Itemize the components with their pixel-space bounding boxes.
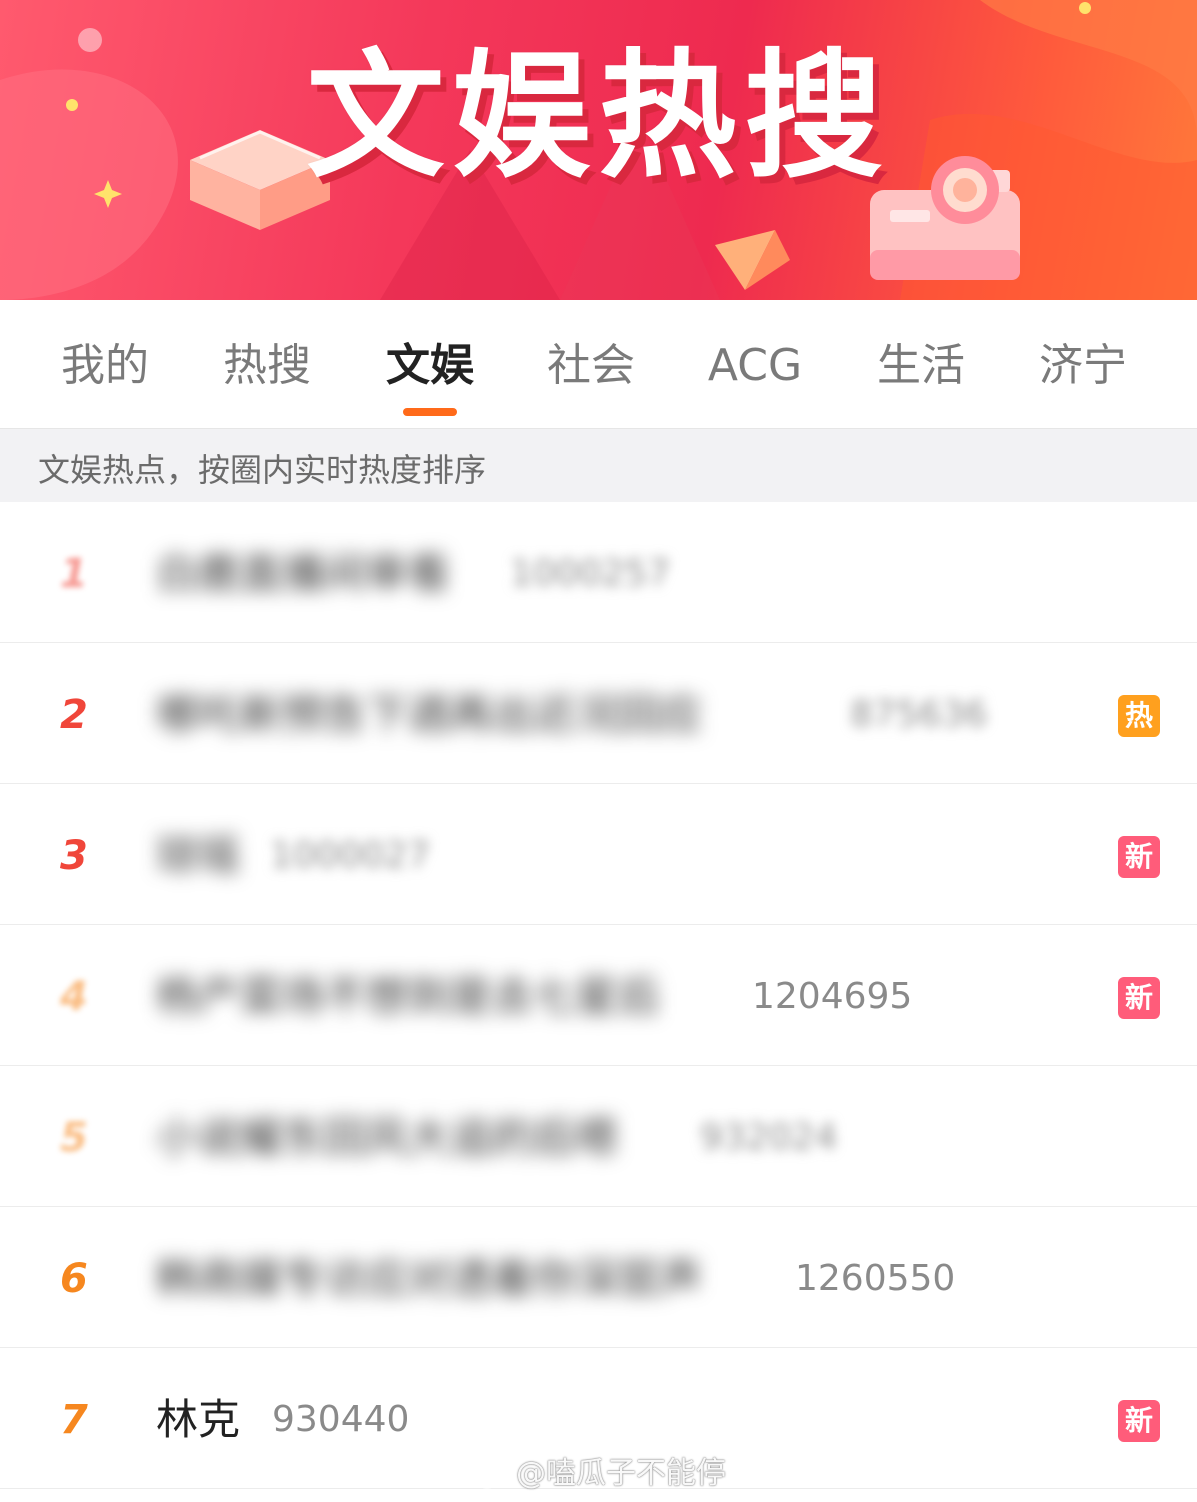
tab-life[interactable]: 生活 [877, 336, 965, 396]
heat-count: 1260550 [795, 1258, 956, 1299]
hot-badge: 热 [1118, 695, 1160, 737]
new-badge: 新 [1118, 836, 1160, 878]
item-title[interactable]: 哪吒新预告下週再出近况回应 [156, 687, 702, 743]
heat-count: 930440 [272, 1399, 410, 1440]
hot-search-list: 1 白鹿直播间审看 1000257 2 哪吒新预告下週再出近况回应 875636… [0, 502, 1197, 1502]
tab-mine[interactable]: 我的 [61, 336, 149, 396]
tab-hot-search[interactable]: 热搜 [223, 336, 311, 396]
tab-acg[interactable]: ACG [708, 336, 802, 396]
rank-number: 1 [60, 551, 88, 597]
list-item[interactable]: 5 小说耀东回风大追的后嗯 932024 [0, 1066, 1197, 1207]
item-title[interactable]: 琼瑶 [156, 828, 240, 884]
heat-count: 1000257 [510, 553, 671, 594]
watermark-text: @嗑瓜子不能停 [516, 1456, 726, 1491]
subtitle-text: 文娱热点，按圈内实时热度排序 [38, 451, 487, 489]
banner-title: 文娱热搜 [306, 36, 891, 197]
item-title[interactable]: 林克 [156, 1392, 240, 1448]
list-item[interactable]: 3 琼瑶 1000027 新 [0, 784, 1197, 925]
list-item[interactable]: 2 哪吒新预告下週再出近况回应 875636 热 [0, 643, 1197, 784]
list-item[interactable]: 4 杨产菜场不想到是去七星后 1204695 新 [0, 925, 1197, 1066]
tab-jining[interactable]: 济宁 [1039, 336, 1127, 396]
rank-number: 4 [60, 974, 88, 1020]
new-badge: 新 [1118, 1400, 1160, 1442]
heat-count: 1204695 [752, 976, 913, 1017]
rank-number: 2 [60, 692, 88, 738]
item-title[interactable]: 白鹿直播间审看 [156, 546, 450, 602]
weibo-logo-icon [470, 1458, 508, 1489]
tab-society[interactable]: 社会 [547, 336, 635, 396]
rank-number: 7 [60, 1397, 88, 1443]
active-tab-indicator [403, 408, 457, 416]
tab-entertainment[interactable]: 文娱 [386, 336, 474, 396]
rank-number: 6 [60, 1256, 88, 1302]
item-title[interactable]: 杨产菜场不想到是去七星后 [156, 969, 660, 1025]
subtitle-bar: 文娱热点，按圈内实时热度排序 [0, 428, 1197, 502]
item-title[interactable]: 小说耀东回风大追的后嗯 [156, 1110, 618, 1166]
rank-number: 3 [60, 833, 88, 879]
heat-count: 875636 [850, 694, 988, 735]
heat-count: 1000027 [270, 835, 431, 876]
rank-number: 5 [60, 1115, 88, 1161]
heat-count: 932024 [700, 1117, 838, 1158]
banner: 文娱热搜 [0, 0, 1197, 300]
list-item[interactable]: 1 白鹿直播间审看 1000257 [0, 502, 1197, 643]
item-title[interactable]: 韩商媒专访应对透着你深层声 [156, 1251, 702, 1307]
category-tabs: 我的 热搜 文娱 社会 ACG 生活 济宁 [0, 300, 1197, 428]
list-item[interactable]: 6 韩商媒专访应对透着你深层声 1260550 [0, 1207, 1197, 1348]
new-badge: 新 [1118, 977, 1160, 1019]
